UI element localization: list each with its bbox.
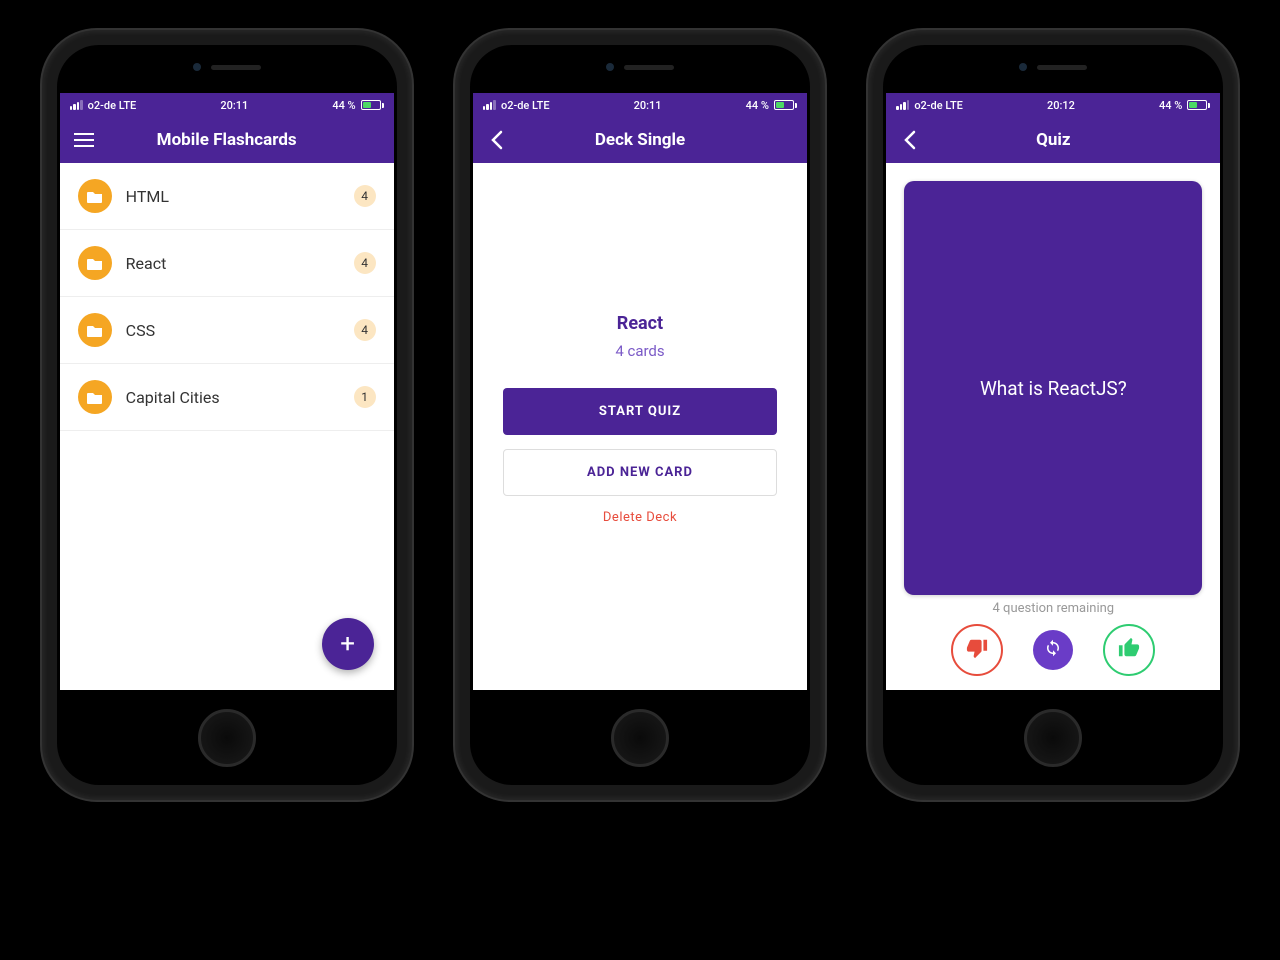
home-button[interactable] (1024, 709, 1082, 767)
thumbs-up-icon (1118, 637, 1140, 663)
correct-button[interactable] (1103, 624, 1155, 676)
status-bar: o2-de LTE 20:11 44 % (60, 93, 394, 117)
battery-percent: 44 % (332, 99, 355, 112)
page-title: Deck Single (595, 130, 685, 150)
questions-remaining: 4 question remaining (904, 601, 1202, 616)
folder-icon (78, 246, 112, 280)
page-title: Quiz (1036, 130, 1070, 150)
back-icon[interactable] (898, 128, 922, 152)
deck-count-badge: 4 (354, 319, 376, 341)
deck-name: CSS (126, 321, 340, 340)
deck-row[interactable]: React 4 (60, 230, 394, 297)
phone-deck-list: o2-de LTE 20:11 44 % Mobile Flashcards H… (42, 30, 412, 800)
folder-icon (78, 380, 112, 414)
battery-icon (361, 100, 384, 110)
start-quiz-button[interactable]: START QUIZ (503, 388, 777, 435)
app-bar: Mobile Flashcards (60, 117, 394, 163)
folder-icon (78, 313, 112, 347)
deck-name: Capital Cities (126, 388, 340, 407)
clock: 20:11 (220, 99, 248, 112)
quiz-actions (904, 624, 1202, 690)
deck-row[interactable]: CSS 4 (60, 297, 394, 364)
app-bar: Quiz (886, 117, 1220, 163)
flip-card-button[interactable] (1033, 630, 1073, 670)
battery-percent: 44 % (746, 99, 769, 112)
phone-quiz: o2-de LTE 20:12 44 % Quiz What is ReactJ… (868, 30, 1238, 800)
deck-row[interactable]: HTML 4 (60, 163, 394, 230)
deck-row[interactable]: Capital Cities 1 (60, 364, 394, 431)
hamburger-icon[interactable] (72, 128, 96, 152)
carrier-label: o2-de LTE (88, 99, 137, 112)
deck-count-badge: 1 (354, 386, 376, 408)
page-title: Mobile Flashcards (157, 130, 297, 150)
clock: 20:12 (1047, 99, 1075, 112)
quiz-card[interactable]: What is ReactJS? (904, 181, 1202, 595)
thumbs-down-icon (966, 637, 988, 663)
add-card-button[interactable]: ADD NEW CARD (503, 449, 777, 496)
refresh-icon (1044, 639, 1062, 661)
deck-card-count: 4 cards (473, 342, 807, 360)
deck-count-badge: 4 (354, 185, 376, 207)
back-icon[interactable] (485, 128, 509, 152)
clock: 20:11 (634, 99, 662, 112)
signal-icon (896, 100, 909, 110)
app-bar: Deck Single (473, 117, 807, 163)
battery-icon (1187, 100, 1210, 110)
phone-deck-single: o2-de LTE 20:11 44 % Deck Single React 4… (455, 30, 825, 800)
deck-name: React (126, 254, 340, 273)
home-button[interactable] (198, 709, 256, 767)
quiz-content: What is ReactJS? 4 question remaining (886, 163, 1220, 690)
status-bar: o2-de LTE 20:11 44 % (473, 93, 807, 117)
signal-icon (70, 100, 83, 110)
carrier-label: o2-de LTE (501, 99, 550, 112)
battery-icon (774, 100, 797, 110)
quiz-question: What is ReactJS? (980, 377, 1127, 400)
deck-title: React (473, 313, 807, 334)
deck-list: HTML 4 React 4 CSS 4 Capital Cities 1 (60, 163, 394, 690)
incorrect-button[interactable] (951, 624, 1003, 676)
status-bar: o2-de LTE 20:12 44 % (886, 93, 1220, 117)
add-deck-fab[interactable]: + (322, 618, 374, 670)
carrier-label: o2-de LTE (914, 99, 963, 112)
deck-count-badge: 4 (354, 252, 376, 274)
folder-icon (78, 179, 112, 213)
battery-percent: 44 % (1159, 99, 1182, 112)
delete-deck-link[interactable]: Delete Deck (473, 510, 807, 525)
home-button[interactable] (611, 709, 669, 767)
plus-icon: + (340, 629, 355, 659)
deck-single: React 4 cards START QUIZ ADD NEW CARD De… (473, 163, 807, 690)
signal-icon (483, 100, 496, 110)
deck-name: HTML (126, 187, 340, 206)
